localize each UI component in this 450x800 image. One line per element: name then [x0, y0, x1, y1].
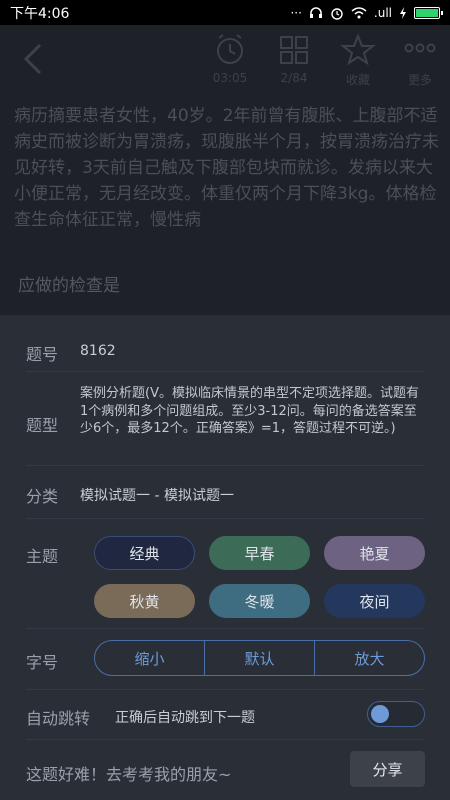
question-type-label: 题型 — [26, 416, 59, 435]
more-dots-icon: ··· — [290, 5, 302, 20]
charging-icon — [400, 6, 406, 19]
more-dots-icon — [404, 43, 436, 53]
favorite-label: 收藏 — [345, 73, 370, 87]
divider — [26, 689, 424, 690]
favorite-button[interactable]: 收藏 — [328, 31, 388, 88]
signal-icon: .ull — [373, 5, 392, 20]
question-settings-panel: 题号 8162 题型 案例分析题(V。模拟临床情景的串型不定项选择题。试题有1个… — [0, 315, 450, 800]
autojump-description: 正确后自动跳到下一题 — [115, 710, 255, 726]
question-id-value: 8162 — [80, 343, 116, 359]
question-toolbar: 03:05 2/84 收藏 更多 — [0, 25, 450, 93]
theme-option-label: 秋黄 — [129, 592, 160, 611]
status-time: 下午4:06 — [10, 5, 70, 22]
theme-winter-button[interactable]: 冬暖 — [209, 584, 310, 618]
more-button[interactable]: 更多 — [390, 31, 450, 88]
status-icons: ··· .ull — [290, 5, 443, 20]
font-size-label: 字号 — [26, 653, 59, 672]
progress-button[interactable]: 2/84 — [264, 31, 324, 85]
toggle-knob — [371, 705, 389, 723]
font-smaller-button[interactable]: 缩小 — [95, 641, 205, 675]
theme-option-label: 经典 — [129, 544, 160, 563]
share-button[interactable]: 分享 — [350, 751, 425, 787]
timer-label: 03:05 — [212, 71, 248, 85]
share-prompt: 这题好难！去考考我的朋友~ — [26, 765, 232, 784]
grid-icon — [280, 36, 308, 64]
theme-spring-button[interactable]: 早春 — [209, 536, 310, 570]
theme-classic-button[interactable]: 经典 — [94, 536, 195, 570]
theme-night-button[interactable]: 夜间 — [324, 584, 425, 618]
battery-icon — [414, 6, 443, 19]
theme-option-label: 艳夏 — [359, 544, 390, 563]
question-prompt: 应做的检查是 — [18, 276, 120, 296]
alarm-clock-icon — [217, 34, 243, 64]
divider — [26, 518, 424, 519]
question-id-label: 题号 — [26, 345, 59, 364]
theme-option-label: 早春 — [244, 544, 275, 563]
autojump-label: 自动跳转 — [26, 709, 91, 728]
category-label: 分类 — [26, 487, 59, 506]
question-page-background: 03:05 2/84 收藏 更多 病历摘要患者女性，40岁。2年前曾有腹胀、上腹… — [0, 25, 450, 315]
back-arrow-icon[interactable] — [18, 39, 48, 79]
font-default-button[interactable]: 默认 — [205, 641, 315, 675]
star-icon — [340, 33, 376, 66]
headset-icon — [309, 7, 322, 18]
divider — [26, 739, 424, 740]
theme-option-label: 冬暖 — [244, 592, 275, 611]
theme-label: 主题 — [26, 547, 59, 566]
alarm-icon — [331, 7, 343, 20]
question-type-value: 案例分析题(V。模拟临床情景的串型不定项选择题。试题有1个病例和多个问题组成。至… — [80, 386, 419, 436]
case-description: 病历摘要患者女性，40岁。2年前曾有腹胀、上腹部不适病史而被诊断为胃溃疡，现腹胀… — [14, 106, 439, 230]
theme-option-label: 夜间 — [359, 592, 390, 611]
divider — [26, 628, 424, 629]
divider — [26, 371, 424, 372]
status-bar: 下午4:06 ··· .ull — [0, 0, 450, 25]
more-label: 更多 — [407, 73, 432, 87]
progress-label: 2/84 — [280, 71, 308, 85]
category-value: 模拟试题一 - 模拟试题一 — [80, 488, 234, 504]
wifi-icon — [351, 6, 367, 18]
autojump-toggle[interactable] — [367, 701, 425, 727]
theme-autumn-button[interactable]: 秋黄 — [94, 584, 195, 618]
font-size-segmented-control: 缩小 默认 放大 — [94, 640, 425, 676]
divider — [26, 465, 424, 466]
theme-summer-button[interactable]: 艳夏 — [324, 536, 425, 570]
timer-button[interactable]: 03:05 — [200, 31, 260, 85]
font-larger-button[interactable]: 放大 — [315, 641, 424, 675]
